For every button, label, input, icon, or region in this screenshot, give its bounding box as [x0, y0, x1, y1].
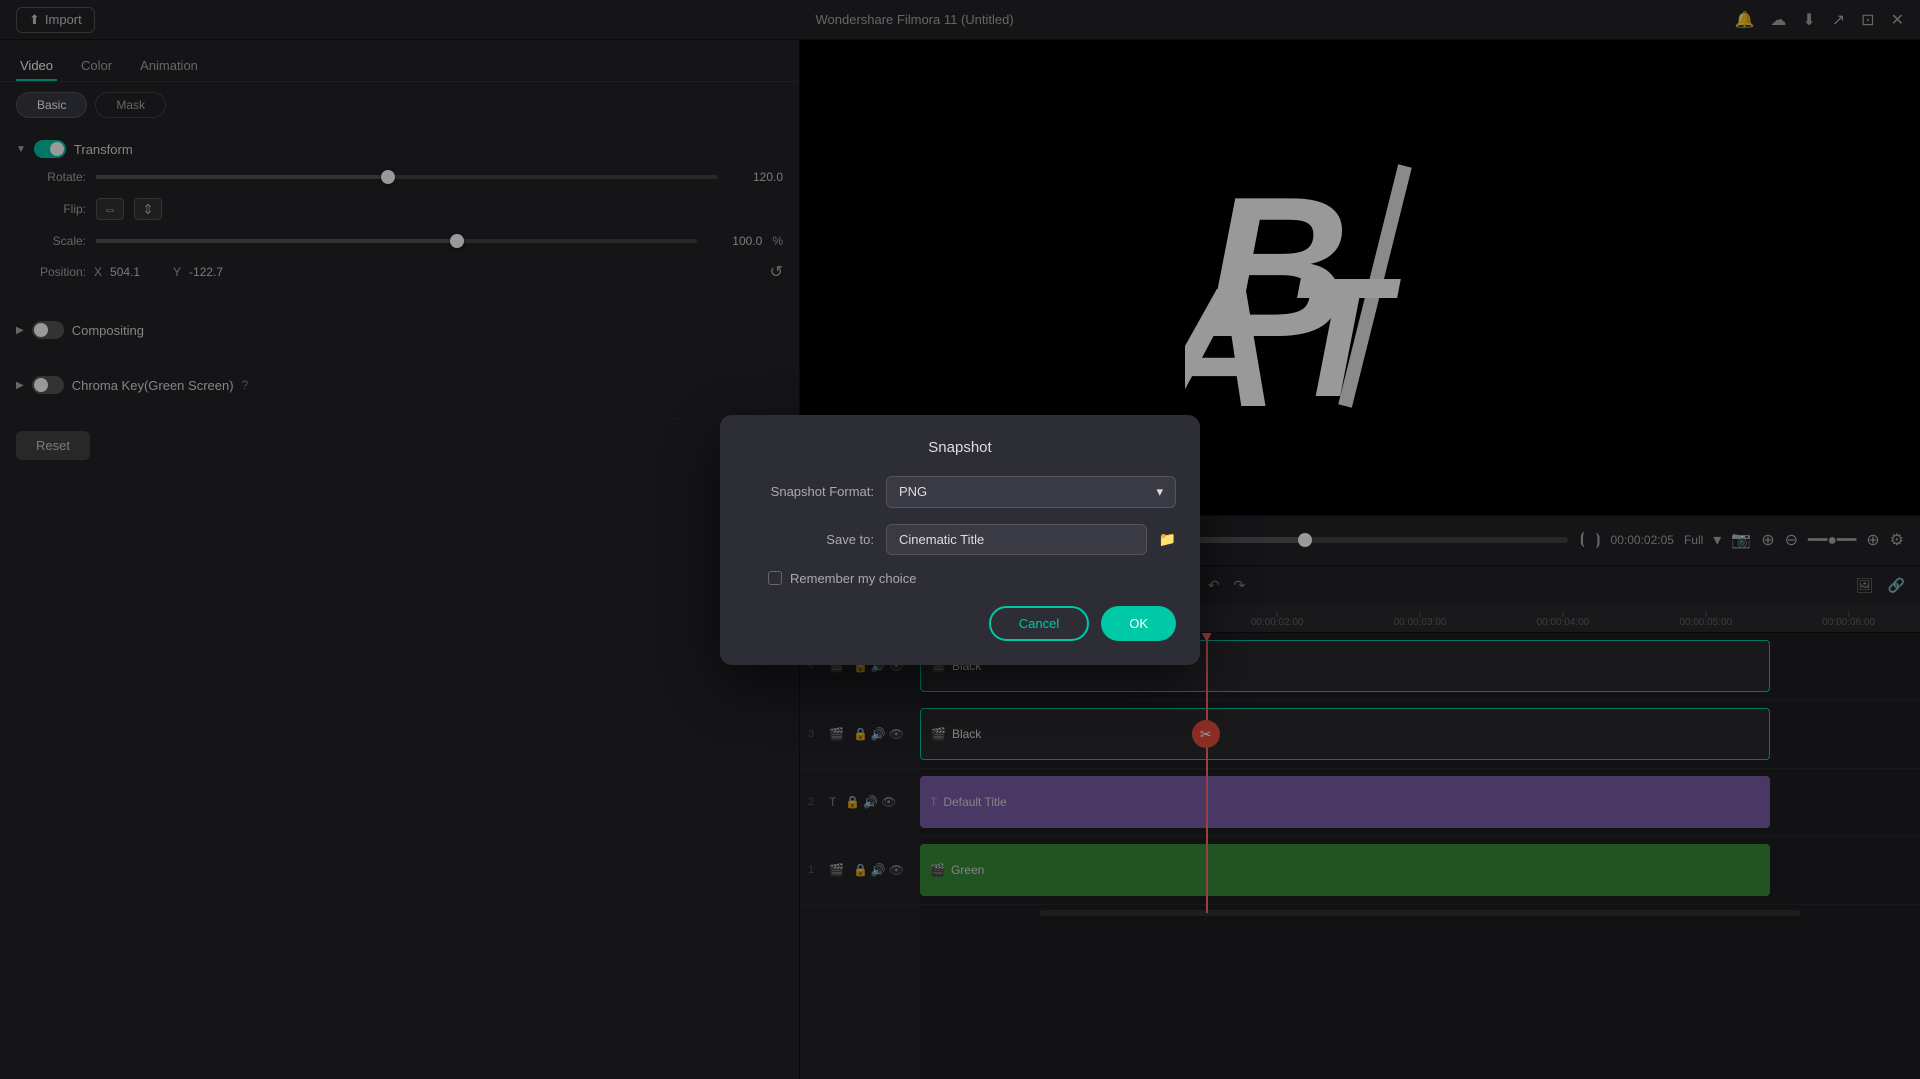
dialog-format-label: Snapshot Format: — [744, 484, 874, 499]
remember-checkbox[interactable] — [768, 571, 782, 585]
dialog-save-label: Save to: — [744, 532, 874, 547]
dialog-format-value: PNG — [899, 484, 927, 499]
dialog-overlay: Snapshot Snapshot Format: PNG ▾ Save to:… — [0, 0, 1920, 1079]
dropdown-arrow-icon: ▾ — [1156, 484, 1163, 500]
ok-button[interactable]: OK — [1101, 606, 1176, 641]
folder-browse-icon[interactable]: 📁 — [1159, 531, 1176, 548]
dialog-buttons: Cancel OK — [744, 606, 1176, 641]
snapshot-dialog: Snapshot Snapshot Format: PNG ▾ Save to:… — [720, 415, 1200, 665]
dialog-save-path-value: Cinematic Title — [899, 532, 984, 547]
dialog-checkbox-row: Remember my choice — [744, 571, 1176, 586]
dialog-format-row: Snapshot Format: PNG ▾ — [744, 476, 1176, 508]
cancel-button[interactable]: Cancel — [989, 606, 1089, 641]
dialog-saveto-row: Save to: Cinematic Title 📁 — [744, 524, 1176, 555]
remember-label: Remember my choice — [790, 571, 916, 586]
dialog-format-select[interactable]: PNG ▾ — [886, 476, 1176, 508]
dialog-title: Snapshot — [744, 439, 1176, 456]
dialog-save-path: Cinematic Title — [886, 524, 1147, 555]
